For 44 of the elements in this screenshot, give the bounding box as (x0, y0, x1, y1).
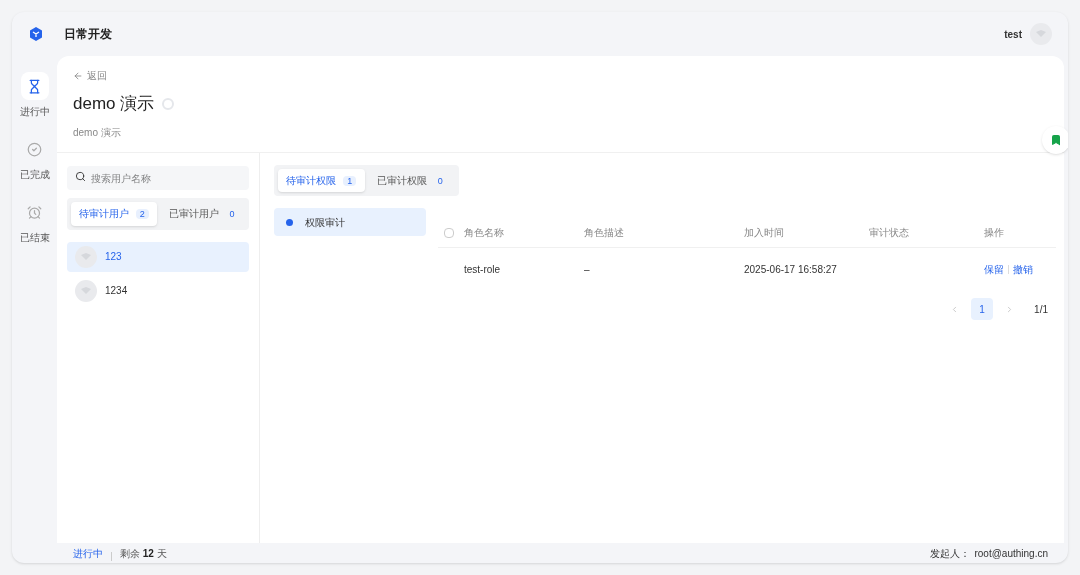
user-avatar (75, 279, 97, 302)
app-title: 日常开发 (64, 26, 112, 43)
table-cell-text: – (583, 262, 591, 277)
table-cell-text: test-role (463, 262, 502, 277)
user-item[interactable]: 123 (67, 241, 249, 272)
nav-item[interactable]: 已结束 (19, 198, 50, 245)
search-icon (75, 170, 86, 182)
back-link[interactable]: 返回 (87, 68, 107, 83)
column-header: 角色描述 (583, 226, 625, 240)
user-item[interactable]: 1234 (67, 275, 249, 306)
bookmark-icon (1050, 134, 1062, 146)
select-all-checkbox[interactable] (444, 227, 454, 238)
cube-logo-icon (28, 26, 44, 42)
column-header: 审计状态 (868, 226, 910, 240)
page-title: demo 演示 (73, 93, 155, 115)
search-field[interactable]: 搜索用户名称 (67, 166, 249, 190)
username: test (1004, 27, 1022, 42)
bookmark-button[interactable] (1042, 126, 1068, 154)
hourglass-icon (27, 78, 42, 94)
status-text: 进行中 (73, 547, 103, 561)
initiator-label: 发起人： (930, 547, 971, 561)
action-link[interactable]: 保留 (984, 261, 1004, 277)
category-item[interactable]: 权限审计 (274, 208, 426, 236)
check-icon (27, 141, 42, 157)
tab[interactable]: 已审计用户 0 (160, 202, 247, 226)
user-avatar (1030, 23, 1052, 45)
remaining-text: 剩余 12 天 (120, 547, 167, 561)
status-ring-icon (162, 97, 175, 110)
tab[interactable]: 待审计用户 2 (71, 202, 157, 226)
user-avatar (75, 245, 97, 268)
column-header: 角色名称 (463, 226, 505, 240)
column-header: 操作 (983, 226, 1005, 240)
nav-item[interactable]: 已完成 (19, 135, 50, 182)
table-cell-text: 2025-06-17 16:58:27 (743, 262, 838, 277)
page-button[interactable]: 1 (971, 298, 994, 320)
tab[interactable]: 待审计权限 1 (278, 168, 365, 192)
back-arrow-icon (73, 70, 83, 81)
tab[interactable]: 已审计权限 0 (368, 168, 455, 192)
action-link[interactable]: 撤销 (1013, 261, 1033, 277)
column-header: 加入时间 (743, 226, 785, 240)
page-subtitle: demo 演示 (73, 125, 122, 140)
initiator-email: root@authing.cn (974, 547, 1048, 561)
page-total: 1/1 (1034, 302, 1048, 317)
clock-icon (27, 204, 42, 220)
